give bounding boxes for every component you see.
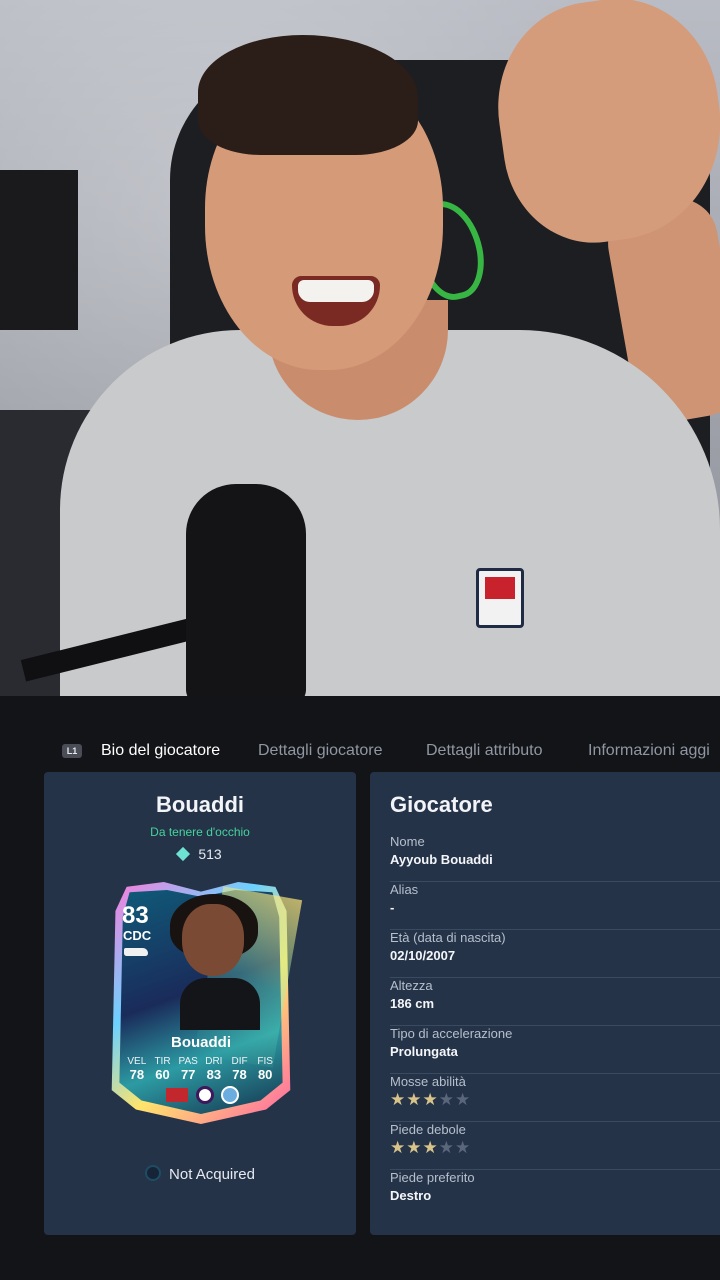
nation-flag-icon — [166, 1088, 188, 1102]
stat-pas: PAS 77 — [175, 1056, 201, 1082]
info-value: 02/10/2007 — [390, 948, 456, 963]
info-value: Ayyoub Bouaddi — [390, 852, 493, 867]
league-icon — [196, 1086, 214, 1104]
stat-label: VEL — [127, 1056, 147, 1067]
card-player-name: Bouaddi — [171, 1034, 231, 1051]
tab-dettagli-giocatore[interactable]: Dettagli giocatore — [258, 742, 383, 760]
stat-label: DRI — [205, 1056, 223, 1067]
card-badges — [166, 1086, 246, 1104]
info-label: Nome — [390, 834, 425, 849]
info-row-piede-preferito: Piede preferito Destro — [390, 1170, 720, 1218]
tab-bio-giocatore[interactable]: Bio del giocatore — [101, 742, 220, 760]
card-rating: 83 — [122, 902, 149, 929]
acquired-status: Not Acquired — [44, 1165, 356, 1183]
stat-label: FIS — [257, 1056, 273, 1067]
info-row-altezza: Altezza 186 cm — [390, 978, 720, 1026]
club-crest-icon — [221, 1086, 239, 1104]
weak-foot-stars: ★★★★★ — [390, 1138, 471, 1158]
stat-value: 78 — [129, 1067, 145, 1082]
info-row-mosse-abilita: Mosse abilità ★★★★★ — [390, 1074, 720, 1122]
player-tag: Da tenere d'occhio — [150, 825, 250, 839]
player-bio-screen: L1 Bio del giocatore Dettagli giocatore … — [0, 696, 720, 1280]
stat-value: 60 — [155, 1067, 170, 1082]
price-row: 513 — [44, 846, 356, 862]
star-empty-icon: ★ — [455, 1138, 472, 1157]
stat-label: TIR — [154, 1056, 171, 1067]
streamer-hair — [198, 35, 418, 155]
star-filled-icon: ★ — [406, 1138, 423, 1157]
webcam-feed — [0, 0, 720, 696]
star-empty-icon: ★ — [455, 1090, 472, 1109]
card-stats: VEL 78 TIR 60 PAS 77 DRI 83 DIF 78 FIS 80 — [124, 1056, 278, 1082]
info-label: Età (data di nascita) — [390, 930, 506, 945]
status-circle-icon — [145, 1165, 162, 1182]
info-title: Giocatore — [390, 792, 493, 817]
monitor — [0, 170, 78, 330]
skill-moves-stars: ★★★★★ — [390, 1090, 471, 1110]
gem-icon — [176, 847, 191, 862]
player-info-panel: Giocatore Nome Ayyoub Bouaddi Alias - Et… — [370, 772, 720, 1235]
star-filled-icon: ★ — [390, 1138, 407, 1157]
star-filled-icon: ★ — [422, 1138, 439, 1157]
l1-button-icon: L1 — [62, 744, 82, 758]
stat-value: 83 — [206, 1067, 222, 1082]
tab-informazioni-aggiuntive[interactable]: Informazioni aggi — [588, 742, 710, 760]
info-value: Destro — [390, 1188, 432, 1203]
stat-label: PAS — [178, 1056, 198, 1067]
tab-bar: L1 Bio del giocatore Dettagli giocatore … — [0, 734, 720, 766]
star-filled-icon: ★ — [422, 1090, 439, 1109]
stat-label: DIF — [231, 1056, 248, 1067]
stat-vel: VEL 78 — [124, 1056, 150, 1082]
stat-value: 77 — [180, 1067, 196, 1082]
player-card-panel: Bouaddi Da tenere d'occhio 513 83 CDC Bo… — [44, 772, 356, 1235]
info-label: Tipo di accelerazione — [390, 1026, 513, 1041]
info-label: Alias — [390, 882, 419, 897]
boot-icon — [124, 948, 148, 956]
star-empty-icon: ★ — [438, 1090, 455, 1109]
stat-dri: DRI 83 — [201, 1056, 227, 1082]
card-player-face — [182, 904, 244, 976]
stat-tir: TIR 60 — [150, 1056, 176, 1082]
card-player-jersey — [180, 978, 260, 1030]
info-row-piede-debole: Piede debole ★★★★★ — [390, 1122, 720, 1170]
acquired-status-label: Not Acquired — [169, 1166, 255, 1183]
tab-dettagli-attributo[interactable]: Dettagli attributo — [426, 742, 543, 760]
info-label: Piede debole — [390, 1122, 466, 1137]
stat-value: 78 — [232, 1067, 247, 1082]
stat-dif: DIF 78 — [227, 1056, 253, 1082]
streamer-teeth — [298, 280, 374, 302]
star-filled-icon: ★ — [390, 1090, 407, 1109]
card-position: CDC — [123, 928, 152, 943]
info-row-accelerazione: Tipo di accelerazione Prolungata — [390, 1026, 720, 1074]
info-value: - — [390, 900, 395, 915]
info-row-nome: Nome Ayyoub Bouaddi — [390, 834, 720, 882]
player-name: Bouaddi — [156, 792, 244, 817]
info-label: Piede preferito — [390, 1170, 475, 1185]
info-value: 186 cm — [390, 996, 435, 1011]
info-value: Prolungata — [390, 1044, 458, 1059]
star-filled-icon: ★ — [406, 1090, 423, 1109]
stat-value: 80 — [257, 1067, 273, 1082]
player-card[interactable]: 83 CDC Bouaddi VEL 78 TIR 60 PAS 77 DRI 83 D… — [108, 882, 303, 1124]
star-empty-icon: ★ — [438, 1138, 455, 1157]
shirt-logo — [476, 568, 524, 628]
price-value: 513 — [198, 846, 222, 862]
stat-fis: FIS 80 — [252, 1056, 278, 1082]
info-label: Altezza — [390, 978, 433, 993]
info-row-alias: Alias - — [390, 882, 720, 930]
info-label: Mosse abilità — [390, 1074, 466, 1089]
info-row-eta: Età (data di nascita) 02/10/2007 — [390, 930, 720, 978]
microphone — [186, 484, 306, 696]
